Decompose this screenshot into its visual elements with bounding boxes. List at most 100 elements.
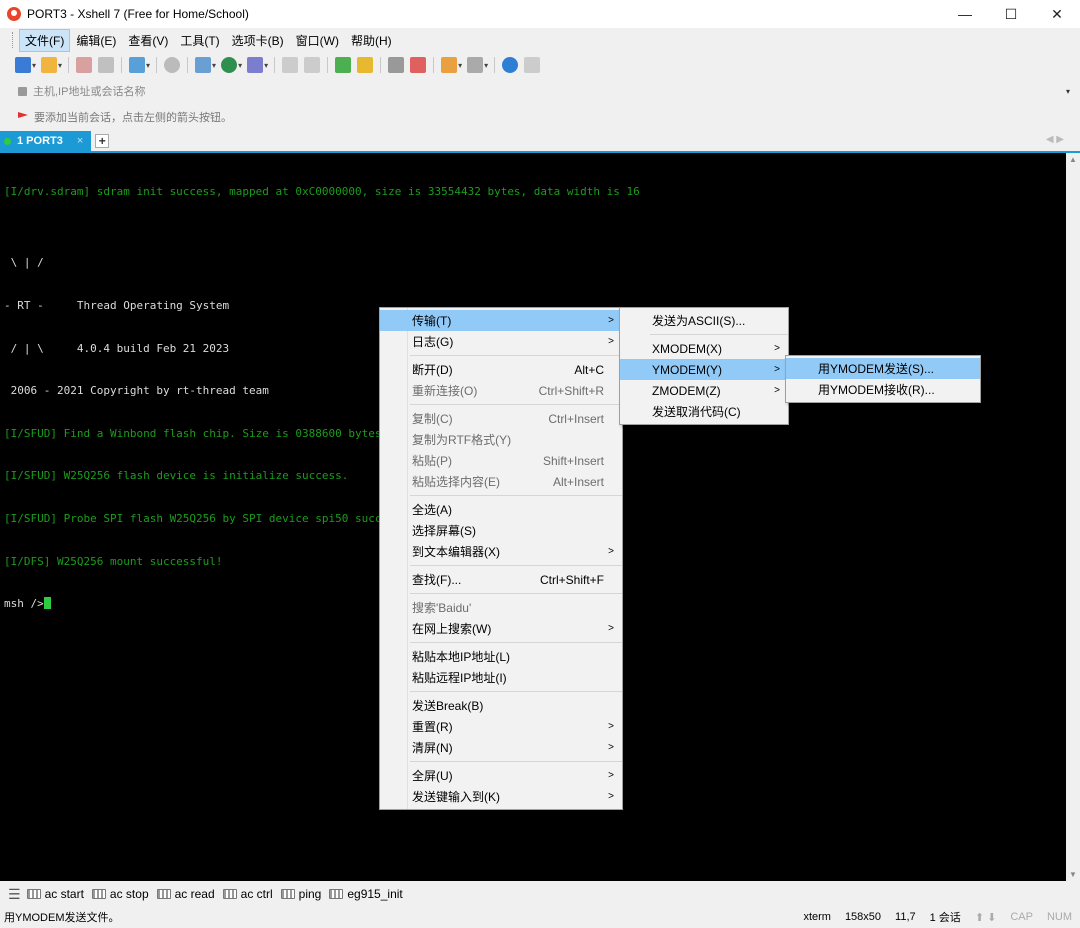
menu-item-paste-remote-ip[interactable]: 粘贴远程IP地址(I) [380, 667, 622, 688]
menu-tabs[interactable]: 选项卡(B) [226, 29, 290, 52]
menu-item-log[interactable]: 日志(G) > [380, 331, 622, 352]
menu-item-select-screen[interactable]: 选择屏幕(S) [380, 520, 622, 541]
menu-item-ymodem-receive[interactable]: 用YMODEM接收(R)... [786, 379, 980, 400]
menu-item-find[interactable]: 查找(F)... Ctrl+Shift+F [380, 569, 622, 590]
layout-icon[interactable] [467, 57, 484, 73]
quick-command-button[interactable]: eg915_init [329, 887, 403, 901]
disconnect-icon[interactable] [98, 57, 115, 73]
menu-item-paste-local-ip[interactable]: 粘贴本地IP地址(L) [380, 646, 622, 667]
toolbar-separator [156, 57, 158, 73]
open-dropdown-icon[interactable]: ▾ [58, 61, 62, 70]
menu-item-select-all[interactable]: 全选(A) [380, 499, 622, 520]
tab-port3[interactable]: 1 PORT3 × [0, 131, 92, 151]
address-input[interactable]: 主机,IP地址或会话名称 [33, 83, 145, 99]
quick-command-label: ac stop [109, 887, 149, 901]
tab-navigation-arrows[interactable]: ◀ ▶ [1046, 134, 1064, 145]
quick-command-button[interactable]: ac stop [91, 887, 149, 901]
layout-dropdown-icon[interactable]: ▾ [484, 61, 488, 70]
bookmark-arrow-icon[interactable] [18, 112, 28, 118]
address-bar[interactable]: 主机,IP地址或会话名称 ▾ [8, 81, 1074, 101]
menu-item-xmodem[interactable]: XMODEM(X) > [620, 338, 788, 359]
menu-item-label: 重置(R) [412, 720, 453, 734]
help-icon[interactable] [502, 57, 519, 73]
menu-item-clear-screen[interactable]: 清屏(N) > [380, 737, 622, 758]
transfer-dropdown-icon[interactable]: ▾ [212, 61, 216, 70]
address-dropdown-icon[interactable]: ▾ [1066, 87, 1070, 96]
highlight-icon[interactable] [410, 57, 427, 73]
font-icon[interactable] [247, 57, 264, 73]
session-count[interactable]: 1 会话 [930, 909, 961, 925]
minimize-button[interactable]: — [942, 0, 988, 28]
menu-item-copy-rtf[interactable]: 复制为RTF格式(Y) [380, 429, 622, 450]
keyboard-icon [26, 889, 41, 899]
submenu-arrow-icon: > [608, 721, 614, 732]
menu-item-reset[interactable]: 重置(R) > [380, 716, 622, 737]
menu-item-label: YMODEM(Y) [652, 362, 722, 377]
keyboard-icon [91, 889, 106, 899]
menu-item-send-ascii[interactable]: 发送为ASCII(S)... [620, 310, 788, 331]
new-session-dropdown-icon[interactable]: ▾ [32, 61, 36, 70]
scroll-down-icon[interactable]: ▼ [1069, 870, 1077, 879]
session-nav-arrows[interactable]: ⬆ ⬇ [975, 911, 997, 924]
terminal-type: xterm [803, 911, 831, 923]
scroll-up-icon[interactable]: ▲ [1069, 155, 1077, 164]
xftp-icon[interactable] [282, 57, 299, 73]
menu-item-paste-selection[interactable]: 粘贴选择内容(E) Alt+Insert [380, 471, 622, 492]
menu-item-label: 断开(D) [412, 363, 453, 377]
menu-item-zmodem[interactable]: ZMODEM(Z) > [620, 380, 788, 401]
chat-icon[interactable] [524, 57, 541, 73]
menu-separator [410, 495, 622, 496]
menu-help[interactable]: 帮助(H) [345, 29, 398, 52]
menu-item-reconnect[interactable]: 重新连接(O) Ctrl+Shift+R [380, 380, 622, 401]
close-button[interactable]: ✕ [1034, 0, 1080, 28]
menu-item-ymodem[interactable]: YMODEM(Y) > [620, 359, 788, 380]
quick-command-button[interactable]: ac start [26, 887, 84, 901]
menu-item-send-break[interactable]: 发送Break(B) [380, 695, 622, 716]
menu-item-paste[interactable]: 粘贴(P) Shift+Insert [380, 450, 622, 471]
fullscreen-icon[interactable] [335, 57, 352, 73]
quick-command-button[interactable]: ac read [156, 887, 215, 901]
menu-item-label: ZMODEM(Z) [652, 383, 721, 398]
menu-item-copy[interactable]: 复制(C) Ctrl+Insert [380, 408, 622, 429]
connect-icon[interactable] [76, 57, 93, 73]
globe-icon[interactable] [221, 57, 238, 73]
menu-item-search-baidu[interactable]: 搜索'Baidu' [380, 597, 622, 618]
menu-item-ymodem-send[interactable]: 用YMODEM发送(S)... [786, 358, 980, 379]
menu-item-label: 复制(C) [412, 412, 453, 426]
tunnel-icon[interactable] [441, 57, 458, 73]
transfer-icon[interactable] [195, 57, 212, 73]
keyboard-icon [280, 889, 295, 899]
new-session-icon[interactable] [15, 57, 31, 73]
menu-item-send-keys-to[interactable]: 发送键输入到(K) > [380, 786, 622, 807]
menu-item-label: 发送键输入到(K) [412, 790, 500, 804]
quick-command-button[interactable]: ac ctrl [222, 887, 273, 901]
lock-icon[interactable] [357, 57, 374, 73]
maximize-button[interactable]: ☐ [988, 0, 1034, 28]
find-icon[interactable] [164, 57, 181, 73]
properties-icon[interactable] [129, 57, 146, 73]
menu-view[interactable]: 查看(V) [122, 29, 174, 52]
menu-item-send-cancel-code[interactable]: 发送取消代码(C) [620, 401, 788, 422]
properties-dropdown-icon[interactable]: ▾ [146, 61, 150, 70]
tab-close-icon[interactable]: × [77, 135, 83, 147]
quick-command-menu-icon[interactable]: ☰ [8, 886, 21, 903]
menu-window[interactable]: 窗口(W) [290, 29, 345, 52]
menu-item-to-text-editor[interactable]: 到文本编辑器(X) > [380, 541, 622, 562]
tunnel-dropdown-icon[interactable]: ▾ [458, 61, 462, 70]
menu-item-disconnect[interactable]: 断开(D) Alt+C [380, 359, 622, 380]
keyboard-icon[interactable] [388, 57, 405, 73]
menu-item-transfer[interactable]: 传输(T) > [380, 310, 622, 331]
menu-edit[interactable]: 编辑(E) [70, 29, 122, 52]
menu-item-label: 全选(A) [412, 503, 452, 517]
open-folder-icon[interactable] [41, 57, 58, 73]
add-tab-button[interactable]: + [95, 134, 110, 148]
menu-item-web-search[interactable]: 在网上搜索(W) > [380, 618, 622, 639]
font-dropdown-icon[interactable]: ▾ [264, 61, 268, 70]
quick-command-button[interactable]: ping [280, 887, 321, 901]
menu-tools[interactable]: 工具(T) [174, 29, 225, 52]
menu-file[interactable]: 文件(F) [19, 28, 71, 52]
script-icon[interactable] [304, 57, 321, 73]
terminal-scrollbar[interactable]: ▲ ▼ [1066, 153, 1080, 881]
globe-dropdown-icon[interactable]: ▾ [238, 61, 242, 70]
menu-item-fullscreen[interactable]: 全屏(U) > [380, 765, 622, 786]
